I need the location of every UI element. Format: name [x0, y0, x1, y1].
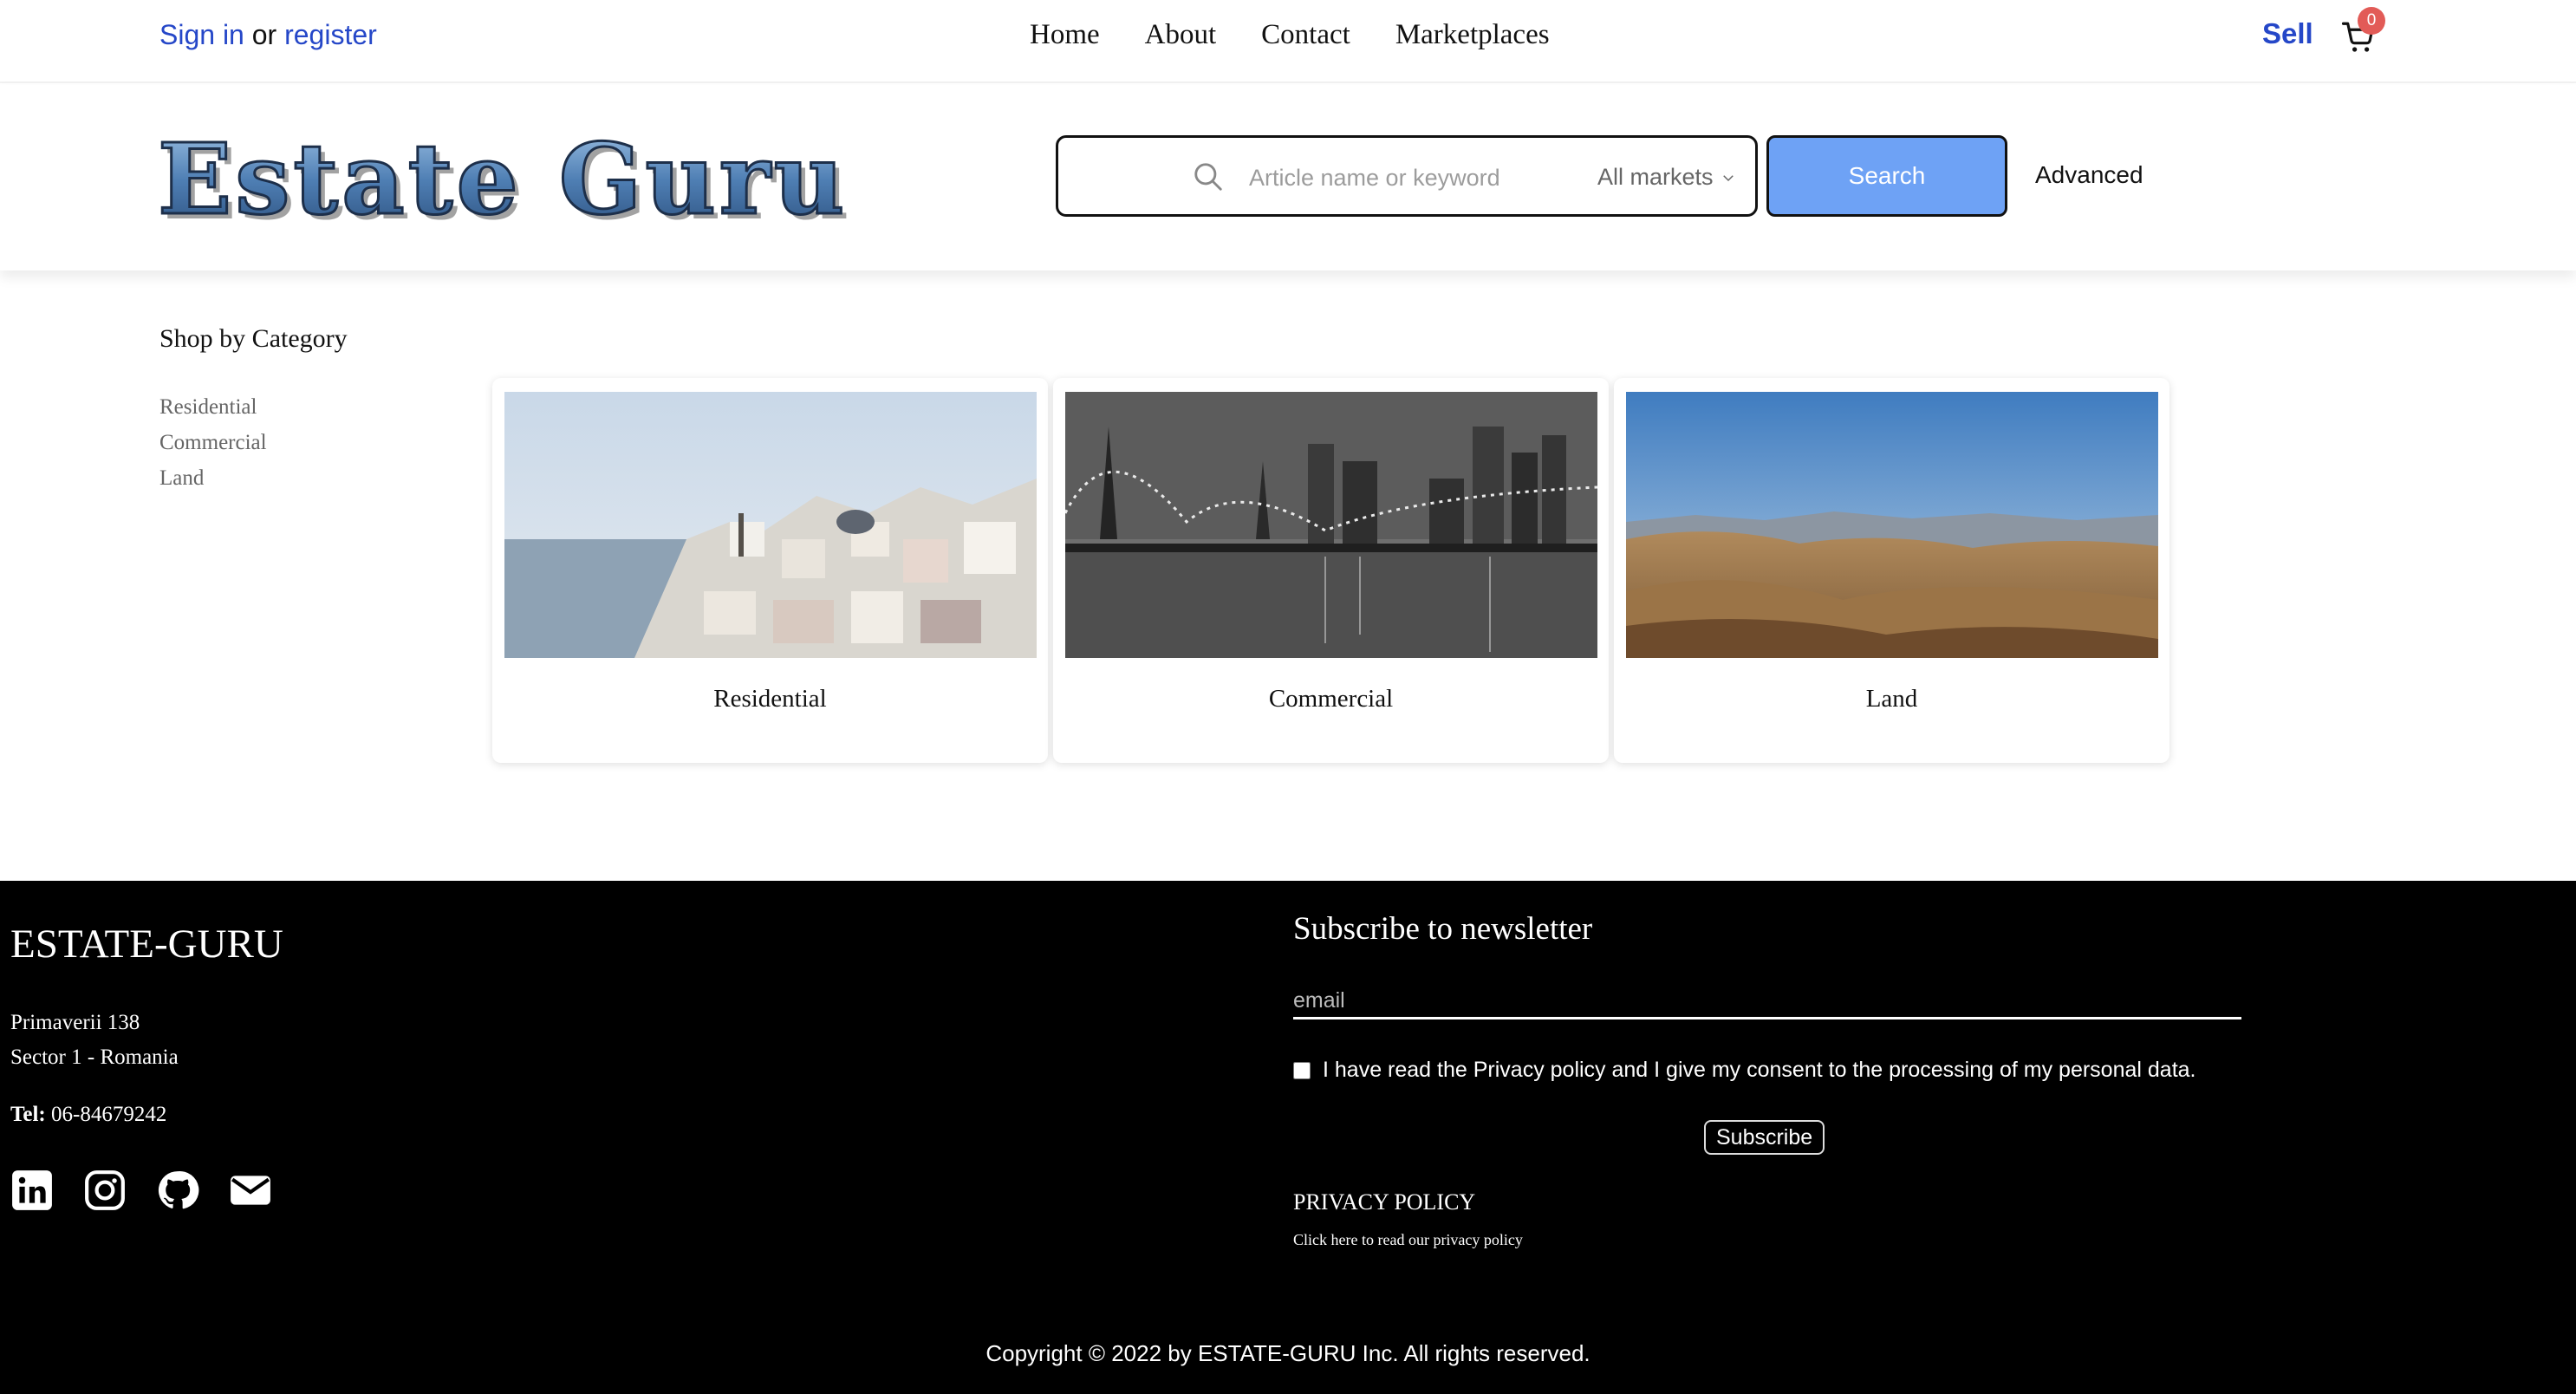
address-line: Sector 1 - Romania — [10, 1046, 179, 1069]
logo-text: Estate Guru — [158, 123, 848, 232]
category-section-title: Shop by Category — [159, 324, 348, 353]
social-links — [10, 1169, 272, 1212]
footer-telephone: Tel: 06-84679242 — [10, 1103, 166, 1127]
search-button[interactable]: Search — [1766, 135, 2007, 217]
sell-link[interactable]: Sell — [2262, 17, 2313, 50]
category-card-label: Land — [1865, 685, 1918, 713]
newsletter-title: Subscribe to newsletter — [1293, 911, 1593, 947]
category-card-label: Residential — [713, 685, 827, 713]
footer-brand: ESTATE-GURU — [10, 922, 283, 967]
main-nav: Home About Contact Marketplaces — [1030, 19, 1550, 51]
market-select-value: All markets — [1597, 164, 1714, 190]
tel-value: 06-84679242 — [51, 1103, 167, 1126]
auth-links: Sign in or register — [159, 19, 377, 51]
nav-marketplaces[interactable]: Marketplaces — [1395, 19, 1550, 51]
santorini-village-photo — [504, 392, 1037, 658]
category-card-residential[interactable]: Residential — [492, 378, 1048, 763]
category-link-commercial[interactable]: Commercial — [159, 431, 267, 466]
category-card-label: Commercial — [1268, 685, 1394, 713]
privacy-consent-text: I have read the Privacy policy and I giv… — [1323, 1058, 2196, 1082]
privacy-policy-title: PRIVACY POLICY — [1293, 1189, 1476, 1215]
search-icon — [1194, 163, 1222, 191]
auth-or-text: or — [251, 19, 277, 50]
privacy-policy-link[interactable]: Click here to read our privacy policy — [1293, 1231, 1523, 1249]
email-icon[interactable] — [229, 1169, 272, 1212]
privacy-consent-checkbox[interactable] — [1293, 1061, 1311, 1079]
category-list: Residential Commercial Land — [159, 395, 267, 502]
category-link-land[interactable]: Land — [159, 466, 267, 502]
category-card-commercial[interactable]: Commercial — [1053, 378, 1609, 763]
tel-label: Tel: — [10, 1103, 46, 1126]
category-cards: Residential Commercial Land — [492, 378, 2169, 763]
nav-contact[interactable]: Contact — [1261, 19, 1350, 51]
market-select[interactable]: All markets — [1597, 164, 1736, 191]
category-link-residential[interactable]: Residential — [159, 395, 267, 431]
linkedin-icon[interactable] — [10, 1169, 54, 1212]
city-bridge-night-photo — [1065, 392, 1597, 658]
estate-guru-logo[interactable]: Estate Guru Estate Guru — [149, 120, 860, 233]
cart-count-badge: 0 — [2358, 7, 2385, 35]
newsletter-email-field[interactable] — [1293, 985, 2241, 1019]
category-card-land[interactable]: Land — [1614, 378, 2169, 763]
nav-about[interactable]: About — [1145, 19, 1217, 51]
site-footer: ESTATE-GURU Primaverii 138 Sector 1 - Ro… — [0, 881, 2576, 1394]
register-link[interactable]: register — [284, 19, 377, 50]
sign-in-link[interactable]: Sign in — [159, 19, 244, 50]
top-bar: Sign in or register Home About Contact M… — [0, 0, 2576, 83]
chevron-down-icon — [1722, 174, 1734, 181]
address-line: Primaverii 138 — [10, 1011, 140, 1034]
advanced-search-link[interactable]: Advanced — [2035, 161, 2143, 189]
nav-home[interactable]: Home — [1030, 19, 1100, 51]
instagram-icon[interactable] — [83, 1169, 127, 1212]
site-header: Estate Guru Estate Guru All markets Sear… — [0, 85, 2576, 270]
search-input[interactable] — [1249, 160, 1509, 195]
search-box: All markets — [1056, 135, 1758, 217]
copyright-text: Copyright © 2022 by ESTATE-GURU Inc. All… — [986, 1340, 1590, 1366]
privacy-consent: I have read the Privacy policy and I giv… — [1293, 1058, 2195, 1083]
subscribe-button[interactable]: Subscribe — [1704, 1120, 1825, 1155]
rolling-hills-landscape-photo — [1626, 392, 2158, 658]
github-icon[interactable] — [156, 1169, 199, 1212]
footer-address: Primaverii 138 Sector 1 - Romania — [10, 1006, 179, 1075]
